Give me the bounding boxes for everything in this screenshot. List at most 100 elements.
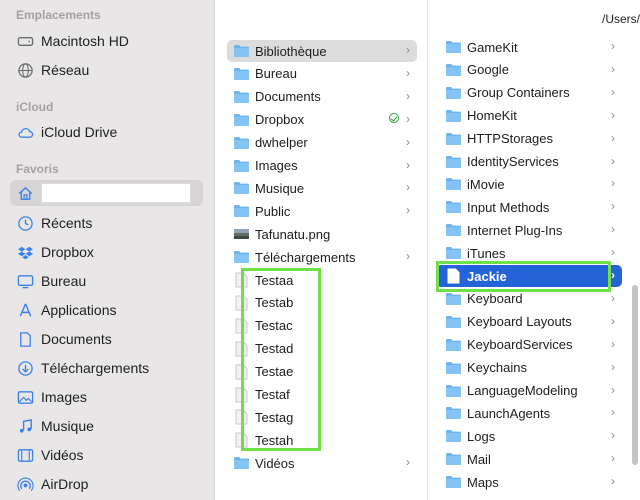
scrollbar[interactable] (632, 285, 638, 465)
file-row[interactable]: Testah (227, 429, 417, 451)
folder-row[interactable]: Bibliothèque › (227, 40, 417, 62)
folder-icon (445, 40, 462, 54)
row-label: Bureau (255, 66, 297, 82)
chevron-right-icon: › (611, 176, 615, 191)
row-label: Input Methods (467, 199, 550, 215)
folder-row[interactable]: iTunes › (436, 242, 622, 264)
folder-row[interactable]: Internet Plug-Ins › (436, 219, 622, 241)
row-label: Testah (255, 432, 294, 448)
folder-row[interactable]: Logs › (436, 425, 622, 447)
folder-row[interactable]: LanguageModeling › (436, 380, 622, 402)
folder-row[interactable]: dwhelper › (227, 132, 417, 154)
sidebar-item-musique[interactable]: Musique (10, 413, 203, 439)
sidebar-item-r-cents[interactable]: Récents (10, 210, 203, 236)
file-row[interactable]: Testac (227, 315, 417, 337)
folder-row[interactable]: IdentityServices › (436, 151, 622, 173)
sidebar-item-home[interactable] (10, 180, 203, 206)
folder-row[interactable]: Input Methods › (436, 196, 622, 218)
chevron-right-icon: › (611, 130, 615, 145)
row-label: LaunchAgents (467, 405, 551, 421)
folder-row[interactable]: Documents › (227, 86, 417, 108)
file-icon (233, 295, 250, 311)
home-folder-name-redacted (41, 183, 191, 203)
row-label: Group Containers (467, 85, 570, 101)
sidebar-item-r-seau[interactable]: Réseau (10, 57, 203, 83)
folder-row[interactable]: Google › (436, 59, 622, 81)
file-row[interactable]: Jackie › (436, 265, 622, 287)
sidebar-item-airdrop[interactable]: AirDrop (10, 471, 203, 497)
file-row[interactable]: Testaa (227, 269, 417, 291)
folder-row[interactable]: GameKit › (436, 36, 622, 58)
chevron-right-icon: › (406, 249, 410, 264)
column-library[interactable]: GameKit › Google › Group Containers › HomeKit ›… (428, 0, 640, 500)
folder-row[interactable]: Group Containers › (436, 82, 622, 104)
folder-row[interactable]: Bureau › (227, 63, 417, 85)
folder-row[interactable]: Vidéos › (227, 452, 417, 474)
folder-icon (445, 200, 462, 214)
file-icon (233, 341, 250, 357)
row-label: iMovie (467, 176, 505, 192)
folder-row[interactable]: Public › (227, 200, 417, 222)
sidebar-item-t-l-chargements[interactable]: Téléchargements (10, 355, 203, 381)
folder-row[interactable]: LaunchAgents › (436, 402, 622, 424)
row-label: Logs (467, 428, 496, 444)
chevron-right-icon: › (611, 222, 615, 237)
sidebar-item-documents[interactable]: Documents (10, 326, 203, 352)
row-label: Tafunatu.png (255, 226, 331, 242)
folder-row[interactable]: HTTPStorages › (436, 128, 622, 150)
sidebar-item-label: Téléchargements (41, 360, 150, 376)
sidebar-item-label: Documents (41, 331, 112, 347)
chevron-right-icon: › (611, 268, 615, 282)
folder-icon (445, 475, 462, 489)
row-label: IdentityServices (467, 154, 559, 169)
sidebar-item-bureau[interactable]: Bureau (10, 268, 203, 294)
file-row[interactable]: Testaf (227, 384, 417, 406)
sidebar-item-dropbox[interactable]: Dropbox (10, 239, 203, 265)
folder-row[interactable]: HomeKit › (436, 105, 622, 127)
folder-row[interactable]: Maps › (436, 471, 622, 493)
row-label: Dropbox (255, 112, 305, 128)
folder-icon (445, 132, 462, 146)
chevron-right-icon: › (406, 134, 410, 149)
folder-row[interactable]: Images › (227, 155, 417, 177)
sidebar-section-title: Emplacements (16, 8, 101, 22)
folder-row[interactable]: Keyboard › (436, 288, 622, 310)
folder-icon (445, 361, 462, 375)
file-icon (233, 387, 250, 402)
file-row[interactable]: Testae (227, 361, 417, 383)
sidebar-item-label: Applications (41, 302, 117, 318)
sidebar-item-vid-os[interactable]: Vidéos (10, 442, 203, 468)
sidebar-item-macintosh-hd[interactable]: Macintosh HD (10, 28, 203, 54)
folder-row[interactable]: KeyboardServices › (436, 334, 622, 356)
chevron-right-icon: › (611, 313, 615, 328)
folder-row[interactable]: Musique › (227, 177, 417, 199)
file-icon (233, 272, 250, 288)
sidebar-item-applications[interactable]: Applications (10, 297, 203, 323)
folder-row[interactable]: iMovie › (436, 173, 622, 195)
file-row[interactable]: Tafunatu.png (227, 223, 417, 245)
file-row[interactable]: Testab (227, 292, 417, 314)
row-label: HomeKit (467, 108, 517, 124)
row-label: Musique (255, 180, 305, 196)
folder-icon (233, 136, 250, 150)
sidebar-item-label: Récents (41, 215, 93, 231)
document-icon (16, 330, 34, 348)
folder-row[interactable]: Keyboard Layouts › (436, 311, 622, 333)
row-label: Public (255, 203, 291, 219)
chevron-right-icon: › (611, 61, 615, 76)
row-label: Vidéos (255, 455, 295, 471)
folder-row[interactable]: Mail › (436, 448, 622, 470)
sidebar-item-images[interactable]: Images (10, 384, 203, 410)
folder-row[interactable]: Keychains › (436, 357, 622, 379)
folder-row[interactable]: Téléchargements › (227, 246, 417, 268)
file-row[interactable]: Testag (227, 406, 417, 428)
desktop-icon (16, 272, 34, 290)
chevron-right-icon: › (406, 180, 410, 195)
folder-icon (233, 250, 250, 264)
row-label: Internet Plug-Ins (467, 222, 563, 238)
file-row[interactable]: Testad (227, 338, 417, 360)
sidebar-item-icloud-drive[interactable]: iCloud Drive (10, 119, 203, 145)
folder-row[interactable]: Dropbox › (227, 109, 417, 131)
sidebar-item-label: Vidéos (41, 447, 84, 463)
chevron-right-icon: › (611, 245, 615, 260)
